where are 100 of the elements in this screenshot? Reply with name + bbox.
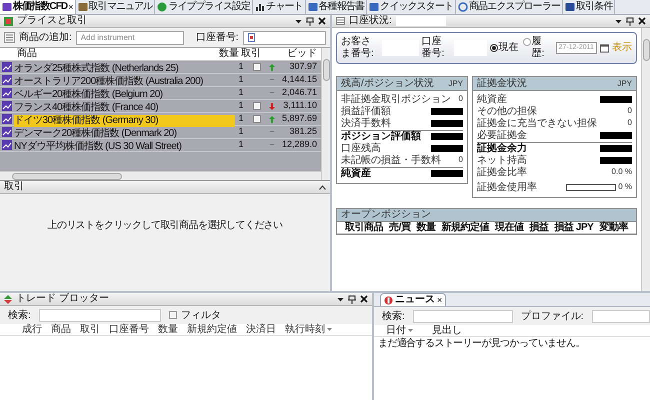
column-header[interactable]: 新規約定値 <box>441 222 489 233</box>
instrument-input[interactable]: Add instrument <box>76 30 184 44</box>
tab-close-button[interactable]: × <box>437 295 442 305</box>
radio-button[interactable] <box>490 44 498 52</box>
instrument-row[interactable]: オーストラリア200種株価指数 (Australia 200) 1 4,144.15 <box>0 74 321 87</box>
column-header[interactable]: 日付 <box>374 325 424 336</box>
column-header[interactable]: 数量 <box>158 324 178 335</box>
bid-price: 2,046.71 <box>280 86 318 100</box>
workspace-tab[interactable]: チャート <box>253 0 306 14</box>
radio-label: 現在 <box>498 42 520 54</box>
instrument-name: NYダウ平均株価指数 (US 30 Wall Street) <box>14 141 182 153</box>
instrument-row[interactable]: フランス40種株価指数 (France 40) 1 3,111.10 <box>0 100 321 113</box>
bid-price: 3,111.10 <box>282 99 318 112</box>
close-icon[interactable] <box>318 17 326 25</box>
instrument-row[interactable]: ドイツ30種株価指数 (Germany 30) 1 5,897.69 <box>0 113 321 126</box>
column-header[interactable]: 数量 <box>219 48 241 60</box>
redacted-value <box>431 120 463 126</box>
account-field[interactable] <box>242 30 326 44</box>
search-field[interactable] <box>38 308 161 322</box>
workspace-tab[interactable]: 取引条件 <box>562 0 616 14</box>
arrows-icon <box>4 294 12 304</box>
workspace-tab[interactable]: 各種報告書 <box>306 0 368 14</box>
profile-field[interactable] <box>592 310 650 322</box>
stat-label: ネット持高 <box>477 154 527 166</box>
instrument-row[interactable]: オランダ25種株式指数 (Netherlands 25) 1 307.97 <box>0 61 321 74</box>
pin-icon[interactable] <box>626 16 634 26</box>
workspace-tab[interactable]: 取引マニュアル <box>76 0 156 14</box>
column-header[interactable]: 見出し <box>424 325 462 336</box>
redacted-value <box>600 96 632 102</box>
checkbox-label: フィルタ <box>180 308 221 322</box>
workspace-tab[interactable]: 商品エクスプローラー <box>456 0 563 14</box>
pin-icon[interactable] <box>306 16 314 26</box>
stat-label: 証拠金に充当できない担保 <box>477 118 597 128</box>
pin-icon[interactable] <box>348 294 356 304</box>
column-header[interactable]: 取引商品 <box>345 222 383 233</box>
column-header[interactable]: 取引 <box>241 48 263 60</box>
close-icon[interactable] <box>638 17 646 25</box>
column-header[interactable]: ビッド <box>263 48 321 60</box>
panel-title: 口座状況: <box>349 15 392 27</box>
grid-icon <box>4 16 13 26</box>
instrument-row[interactable]: NYダウ平均株価指数 (US 30 Wall Street) 1 12,289.0 <box>0 139 321 152</box>
close-icon[interactable] <box>360 295 368 303</box>
empty-message: まだ適合するストーリーが見つかっていません。 <box>377 337 586 350</box>
dropdown-icon[interactable] <box>615 18 622 24</box>
tab-close-button[interactable]: × <box>68 2 73 12</box>
workspace-tab[interactable]: 株価指数CFD× <box>0 0 76 14</box>
column-header[interactable]: 数量 <box>416 222 436 233</box>
stat-label: 損益評価額 <box>341 106 391 116</box>
instrument-row[interactable]: デンマーク20種株価指数 (Denmark 20) 1 381.25 <box>0 126 321 139</box>
stat-value: 0 <box>628 117 632 129</box>
column-header[interactable]: 商品 <box>51 324 71 335</box>
redacted-value <box>431 133 463 140</box>
instruction-text: 上のリストをクリックして取引商品を選択してください <box>47 218 282 233</box>
column-header[interactable]: 現在値 <box>495 222 524 233</box>
column-header[interactable]: 売/買 <box>389 222 410 233</box>
filter-checkbox[interactable] <box>168 311 177 319</box>
bid-price: 12,289.0 <box>280 138 318 152</box>
stat-label: 決済手数料 <box>341 118 391 128</box>
bid-price: 4,144.15 <box>280 73 318 86</box>
stat-label: その他の担保 <box>477 106 537 116</box>
news-tab[interactable]: ニュース × <box>380 293 446 306</box>
redacted-value <box>600 132 632 138</box>
dropdown-icon[interactable] <box>337 296 344 302</box>
column-header[interactable]: 損益 JPY <box>554 222 594 233</box>
stat-label: 非証拠金取引ポジション <box>341 94 451 104</box>
trade-checkbox[interactable] <box>253 63 261 71</box>
radio-button[interactable] <box>522 38 531 46</box>
quantity-cell-text: 1 <box>237 138 244 152</box>
trade-checkbox[interactable] <box>253 102 261 110</box>
redacted-value <box>431 108 463 114</box>
redacted-value <box>431 144 463 152</box>
column-header[interactable]: 取引 <box>80 324 100 335</box>
redacted-value <box>600 145 632 152</box>
workspace-tab[interactable]: ライブプライス設定 <box>155 0 254 14</box>
currency-label: JPY <box>448 78 463 90</box>
column-header[interactable]: 口座番号 <box>109 324 149 335</box>
column-header[interactable]: 成行 <box>22 324 42 335</box>
column-header[interactable]: 執行時刻 <box>285 324 332 335</box>
quantity-cell-text: 1 <box>237 61 244 74</box>
stat-value: 0 <box>458 154 463 166</box>
stat-label: 証拠金比率 <box>477 166 527 178</box>
column-header[interactable]: 変動率 <box>599 222 628 233</box>
workspace-tab[interactable]: クイックスタート <box>367 0 456 14</box>
bid-price: 5,897.69 <box>280 112 318 126</box>
column-header[interactable]: 商品 <box>0 48 219 60</box>
column-header[interactable]: 損益 <box>530 222 549 233</box>
instrument-row[interactable]: ベルギー20種株価指数 (Belgium 20) 1 2,046.71 <box>0 87 321 100</box>
list-icon[interactable] <box>4 32 15 43</box>
field-label: 口座番号: <box>422 36 446 60</box>
instrument-name: デンマーク20種株価指数 (Denmark 20) <box>14 128 178 140</box>
dropdown-icon[interactable] <box>295 18 302 24</box>
table-icon <box>336 17 345 25</box>
search-field[interactable] <box>412 310 513 322</box>
stat-value: 0 <box>628 105 632 117</box>
column-header[interactable]: 決済日 <box>246 324 276 335</box>
collapse-icon[interactable] <box>319 184 326 190</box>
calendar-icon[interactable] <box>600 43 609 53</box>
column-header[interactable]: 新規約定値 <box>187 324 237 335</box>
redacted-value <box>431 170 463 177</box>
trade-checkbox[interactable] <box>253 115 261 123</box>
